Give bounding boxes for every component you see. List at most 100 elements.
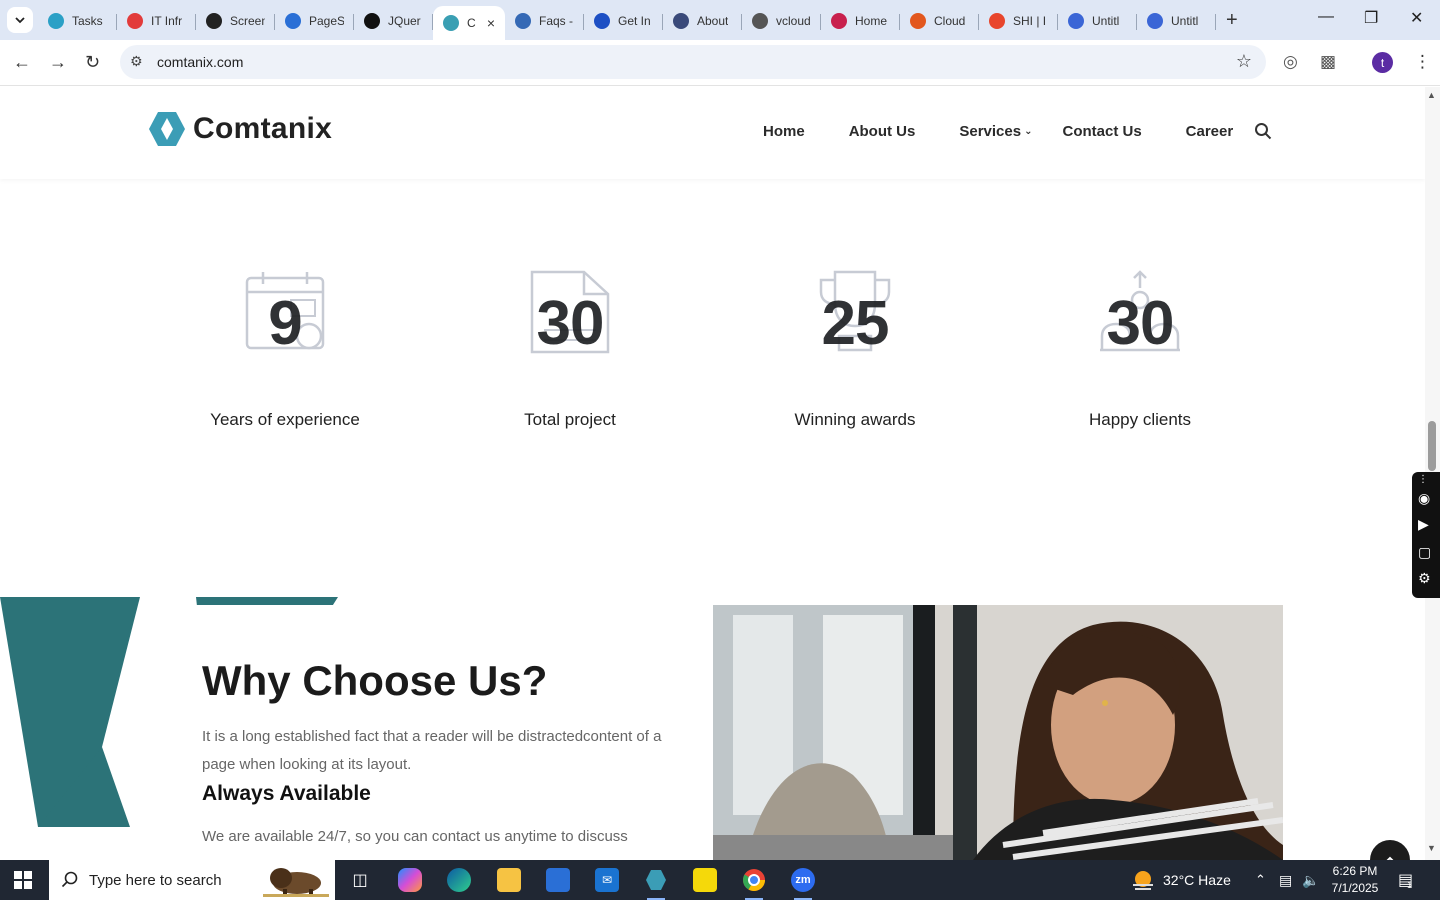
extensions-puzzle-icon[interactable]: ▩ (1320, 52, 1336, 72)
screen-capture-extension-panel: ⋮ ◉ ▶ ▢ ⚙ (1412, 472, 1440, 598)
pin-icon[interactable]: ⋮ (1418, 474, 1428, 485)
show-hidden-icons-chevron-icon[interactable]: ⌃ (1255, 860, 1266, 900)
microsoft-store-icon[interactable] (546, 868, 570, 892)
web-page: Comtanix Home About Us Services ⌄ Contact… (0, 87, 1425, 860)
copilot-icon[interactable] (398, 868, 422, 892)
nav-career[interactable]: Career (1186, 123, 1234, 140)
browser-tab[interactable]: Cloud (900, 6, 979, 36)
profile-avatar[interactable]: t (1372, 52, 1393, 73)
scroll-down-arrow-icon[interactable]: ▼ (1427, 843, 1436, 853)
restore-button[interactable]: ❐ (1364, 8, 1378, 28)
task-view-icon[interactable]: ◫ (348, 868, 372, 892)
close-tab-icon[interactable]: × (487, 15, 495, 31)
tab-favicon-icon (364, 13, 380, 29)
tab-favicon-icon (206, 13, 222, 29)
tab-favicon-icon (752, 13, 768, 29)
tab-title: Untitl (1171, 14, 1199, 28)
bookmark-star-icon[interactable]: ☆ (1236, 51, 1252, 72)
photo-illustration (713, 605, 1283, 860)
scroll-up-arrow-icon[interactable]: ▲ (1427, 90, 1436, 100)
site-header: Comtanix Home About Us Services ⌄ Contact… (0, 87, 1425, 179)
edge-browser-icon[interactable] (447, 868, 471, 892)
tab-title: vcloud (776, 14, 811, 28)
back-arrow-icon[interactable]: ← (13, 52, 31, 73)
browser-tab[interactable]: Home (821, 6, 900, 36)
browser-tab[interactable]: About (663, 6, 742, 36)
bison-illustration-icon (263, 868, 329, 897)
weather-widget[interactable]: 32°C Haze (1131, 860, 1231, 900)
taskbar-search-box[interactable]: Type here to search (49, 860, 335, 900)
reload-icon[interactable]: ↻ (85, 52, 100, 73)
forward-arrow-icon[interactable]: → (49, 52, 67, 73)
tab-title: SHI | I (1013, 14, 1047, 28)
mail-icon[interactable]: ✉ (595, 868, 619, 892)
stat-projects: 30 Total project (470, 270, 670, 430)
tab-favicon-icon (443, 15, 459, 31)
browser-toolbar: ← → ↻ ⚙ comtanix.com ☆ ◎ ▩ t ⋮ (0, 40, 1440, 86)
site-logo[interactable]: Comtanix (148, 111, 332, 147)
url-text[interactable]: comtanix.com (157, 54, 243, 70)
tab-title: Get In (618, 14, 651, 28)
browser-tab[interactable]: PageS (275, 6, 354, 36)
logo-hexagon-icon (149, 112, 185, 146)
search-icon (61, 871, 78, 888)
browser-tab-strip: Tasks IT Infr Screen PageS JQuer C × Faqs - Get … (0, 0, 1440, 40)
browser-tab[interactable]: C × (433, 6, 505, 40)
clock-time: 6:26 PM (1332, 864, 1378, 878)
browser-tab[interactable]: vcloud (742, 6, 821, 36)
browser-tab[interactable]: Untitl (1137, 6, 1216, 36)
volume-icon[interactable]: 🔈 (1302, 860, 1319, 900)
nav-home[interactable]: Home (763, 123, 805, 140)
notification-count: 1 (1407, 880, 1413, 890)
browser-tab[interactable]: Get In (584, 6, 663, 36)
settings-gear-icon[interactable]: ⚙ (1418, 570, 1431, 587)
nav-about-us[interactable]: About Us (849, 123, 916, 140)
tab-title: Home (855, 14, 888, 28)
scrollbar-thumb[interactable] (1428, 421, 1436, 471)
camera-icon[interactable]: ◉ (1418, 490, 1430, 507)
tab-title: Screen (230, 14, 265, 28)
close-window-button[interactable]: ✕ (1410, 8, 1423, 28)
search-icon[interactable] (1254, 122, 1272, 140)
stat-value: 25 (821, 289, 890, 358)
main-navigation: Home About Us Services ⌄ Contact Us Caree… (763, 123, 1277, 140)
browser-tab[interactable]: Screen (196, 6, 275, 36)
address-bar[interactable]: ⚙ comtanix.com ☆ (120, 45, 1266, 79)
stat-awards: 25 Winning awards (755, 270, 955, 430)
window-icon[interactable]: ▢ (1418, 544, 1431, 561)
feature-title: Always Available (202, 782, 371, 805)
tab-title: PageS (309, 14, 344, 28)
windows-start-icon[interactable] (14, 871, 32, 889)
browser-menu-icon[interactable]: ⋮ (1414, 52, 1431, 72)
tab-title: Untitl (1092, 14, 1120, 28)
browser-tab[interactable]: Untitl (1058, 6, 1137, 36)
new-tab-button[interactable]: + (1226, 10, 1238, 30)
tab-favicon-icon (285, 13, 301, 29)
translate-globe-icon[interactable]: ◎ (1283, 52, 1298, 72)
file-explorer-icon[interactable] (497, 868, 521, 892)
network-icon[interactable]: ▤ (1279, 860, 1292, 900)
browser-tab[interactable]: Faqs - (505, 6, 584, 36)
notifications-icon[interactable]: ▤ 1 (1398, 860, 1413, 900)
site-settings-icon[interactable]: ⚙ (130, 53, 143, 70)
browser-tab[interactable]: SHI | I (979, 6, 1058, 36)
video-camera-icon[interactable]: ▶ (1418, 516, 1429, 533)
tab-title: C (467, 16, 476, 30)
zoom-app-icon[interactable]: zm (791, 868, 815, 900)
feature-text: We are available 24/7, so you can contac… (202, 828, 628, 845)
comtanix-app-icon[interactable] (644, 868, 668, 900)
windows-taskbar: Type here to search ◫ ✉ zm 32°C Haze ⌃ ▤… (0, 860, 1440, 900)
browser-tab[interactable]: Tasks (38, 6, 117, 36)
sun-haze-icon (1133, 871, 1153, 890)
section-intro-text: It is a long established fact that a rea… (202, 728, 662, 773)
minimize-button[interactable]: — (1318, 8, 1334, 26)
browser-tab[interactable]: IT Infr (117, 6, 196, 36)
system-clock[interactable]: 6:26 PM 7/1/2025 (1331, 863, 1379, 897)
tab-search-button[interactable] (7, 7, 33, 33)
sticky-notes-icon[interactable] (693, 868, 717, 892)
stat-years: 9 Years of experience (185, 270, 385, 430)
chrome-browser-icon[interactable] (742, 868, 766, 900)
nav-services[interactable]: Services ⌄ (959, 123, 1032, 140)
browser-tab[interactable]: JQuer (354, 6, 433, 36)
nav-contact-us[interactable]: Contact Us (1062, 123, 1141, 140)
